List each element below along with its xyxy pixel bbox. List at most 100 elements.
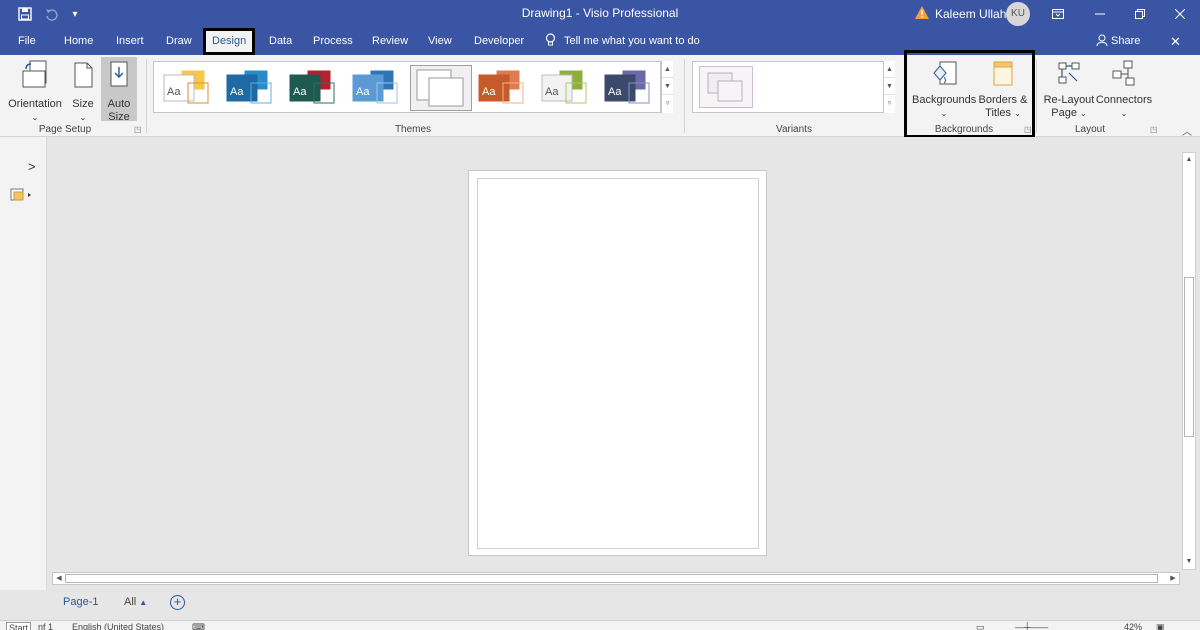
theme-sample-text: Aa [356, 86, 370, 98]
themes-gallery: Aa Aa Aa Aa Aa Aa Aa [153, 61, 661, 113]
more-icon[interactable]: ▿ [884, 95, 895, 112]
add-page-icon[interactable]: + [170, 595, 185, 610]
theme-integral[interactable]: Aa [347, 65, 409, 111]
expand-shapes-pane-icon[interactable]: > [28, 159, 36, 174]
size-button[interactable]: Size ⌄ [68, 59, 98, 124]
orientation-label: Orientation [8, 98, 62, 110]
scroll-up-icon[interactable]: ▲ [662, 61, 673, 78]
scroll-left-icon[interactable]: ◀ [53, 573, 65, 584]
person-icon [1096, 34, 1108, 47]
scroll-up-icon[interactable]: ▲ [1183, 153, 1195, 167]
relayout-page-button[interactable]: Re-Layout Page ⌄ [1042, 59, 1096, 120]
horizontal-scrollbar[interactable]: ◀ ▶ [52, 572, 1180, 585]
zoom-level[interactable]: 42% [1124, 622, 1142, 630]
scroll-right-icon[interactable]: ▶ [1167, 573, 1179, 584]
layout-dialog-launcher-icon[interactable]: ◳ [1150, 125, 1158, 134]
language-status[interactable]: English (United States) [72, 622, 164, 630]
start-button[interactable]: Start [6, 622, 32, 630]
avatar[interactable]: KU [1006, 2, 1030, 26]
minimize-icon[interactable] [1090, 4, 1110, 24]
page-tab-page-1[interactable]: Page-1 [63, 596, 98, 608]
user-name[interactable]: Kaleem Ullah [935, 7, 1006, 21]
page-number-status: nf 1 [38, 622, 54, 630]
chevron-down-icon: ⌄ [31, 113, 39, 122]
tab-file[interactable]: File [14, 28, 40, 55]
collapse-ribbon-icon[interactable]: ︿ [1182, 123, 1192, 138]
theme-office[interactable]: Aa [158, 65, 220, 111]
page-setup-dialog-launcher-icon[interactable]: ◳ [134, 125, 142, 134]
group-separator [1036, 59, 1037, 133]
page-size-icon [74, 62, 93, 88]
close-icon[interactable]: ✕ [1170, 28, 1181, 55]
layout-group-label: Layout [1074, 124, 1106, 135]
chevron-down-icon: ⌄ [79, 113, 87, 122]
variants-group-label: Variants [776, 124, 812, 135]
vertical-scrollbar[interactable]: ▲ ▼ [1182, 152, 1196, 570]
chevron-down-icon: ⌄ [1120, 109, 1128, 118]
tab-process[interactable]: Process [309, 28, 357, 55]
theme-ion[interactable]: Aa [599, 65, 661, 111]
tab-home[interactable]: Home [60, 28, 97, 55]
auto-size-label-2: Size [108, 111, 130, 123]
theme-sample-text: Aa [545, 86, 559, 98]
theme-sample-text: Aa [482, 86, 496, 98]
orientation-icon [22, 60, 47, 88]
fit-page-icon[interactable]: ▭ [976, 622, 985, 630]
chevron-down-icon: ⌄ [1080, 109, 1087, 118]
theme-no-theme[interactable] [410, 65, 472, 111]
backgrounds-highlight [904, 50, 1035, 138]
theme-sample-text: Aa [293, 86, 307, 98]
tab-review[interactable]: Review [368, 28, 412, 55]
title-bar: ▾ Drawing1 - Visio Professional Kaleem U… [0, 0, 1200, 28]
status-bar: Start nf 1 English (United States) ⌨ ▭ —… [0, 620, 1200, 630]
share-label: Share [1111, 35, 1141, 47]
restore-icon[interactable] [1130, 4, 1150, 24]
ribbon-display-options-icon[interactable] [1048, 4, 1068, 24]
shapes-icon[interactable] [10, 187, 32, 206]
caret-up-icon: ▲ [139, 598, 148, 607]
theme-sample-text: Aa [230, 86, 244, 98]
fit-to-window-icon[interactable]: ▣ [1156, 622, 1165, 630]
connectors-label: Connectors [1095, 94, 1153, 106]
scroll-down-icon[interactable]: ▼ [884, 78, 895, 95]
variants-gallery [692, 61, 895, 113]
tab-data[interactable]: Data [265, 28, 296, 55]
horizontal-scroll-thumb[interactable] [65, 574, 1158, 583]
drawing-canvas[interactable] [48, 137, 1182, 572]
vertical-scroll-thumb[interactable] [1184, 277, 1194, 437]
share-button[interactable]: Share [1096, 28, 1140, 55]
scroll-up-icon[interactable]: ▲ [884, 61, 895, 78]
auto-size-icon [110, 61, 128, 87]
tab-draw[interactable]: Draw [162, 28, 196, 55]
all-pages-button[interactable]: All ▲ [124, 596, 147, 608]
group-separator [684, 59, 685, 133]
tab-view[interactable]: View [424, 28, 456, 55]
tab-insert[interactable]: Insert [112, 28, 148, 55]
drawing-page[interactable] [468, 170, 767, 556]
relayout-label-2-text: Page [1051, 107, 1077, 119]
close-window-icon[interactable] [1170, 4, 1190, 24]
page-tabs-bar: Page-1 All ▲ + [0, 590, 1200, 620]
scroll-down-icon[interactable]: ▼ [1183, 555, 1195, 569]
size-label: Size [72, 98, 94, 110]
scroll-down-icon[interactable]: ▼ [662, 78, 673, 95]
more-icon[interactable]: ▿ [662, 95, 673, 112]
macro-record-icon[interactable]: ⌨ [192, 622, 205, 630]
tell-me-search[interactable]: Tell me what you want to do [545, 28, 700, 55]
all-pages-label: All [124, 596, 137, 608]
auto-size-button[interactable]: Auto Size [101, 57, 137, 123]
tab-design[interactable]: Design [203, 28, 256, 55]
theme-linear[interactable]: Aa [221, 65, 283, 111]
relayout-page-icon [1058, 62, 1080, 84]
theme-retrospect[interactable]: Aa [473, 65, 535, 111]
shapes-pane-collapsed: > [0, 137, 47, 592]
zoom-slider[interactable]: —┼—— [1015, 622, 1048, 630]
warning-icon[interactable] [915, 6, 929, 22]
connectors-button[interactable]: Connectors ⌄ [1095, 59, 1153, 120]
theme-slice[interactable]: Aa [536, 65, 598, 111]
theme-sample-text: Aa [608, 86, 622, 98]
tab-developer[interactable]: Developer [470, 28, 528, 55]
variant-item[interactable] [699, 66, 753, 108]
orientation-button[interactable]: Orientation ⌄ [6, 59, 64, 124]
theme-facet[interactable]: Aa [284, 65, 346, 111]
